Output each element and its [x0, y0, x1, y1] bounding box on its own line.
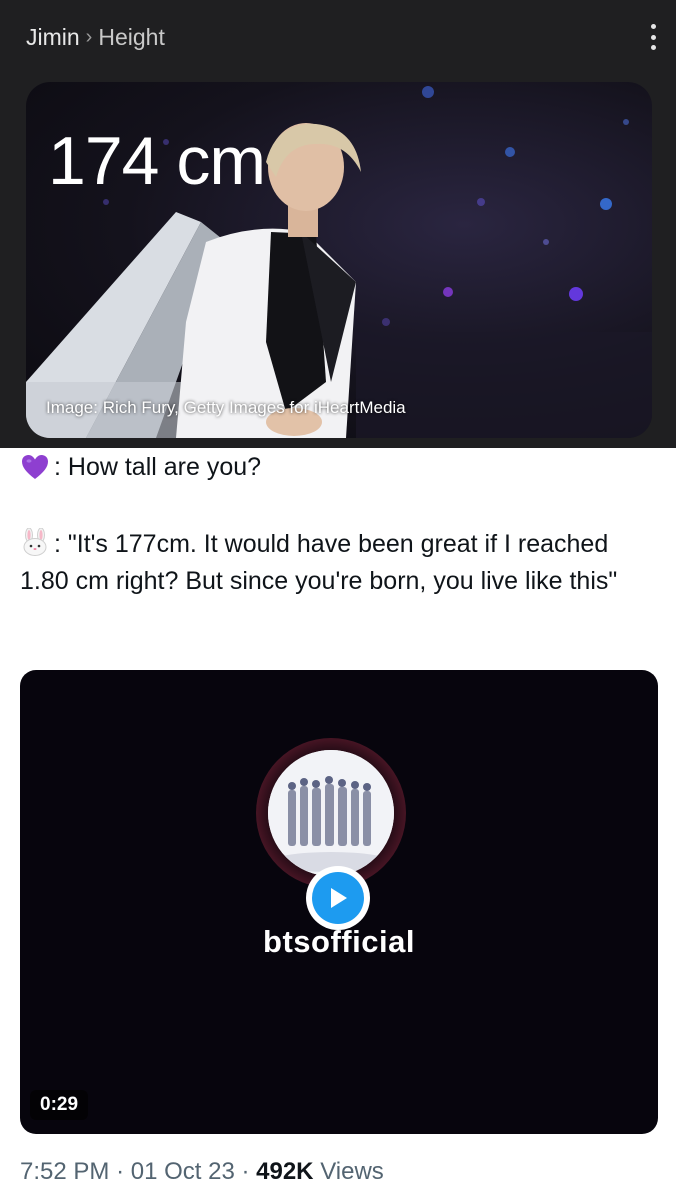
tweet-answer: : "It's 177cm. It would have been great … [20, 526, 660, 600]
height-value: 174 cm [48, 123, 266, 199]
video-player[interactable]: btsofficial 0:29 [20, 670, 658, 1134]
tweet-time[interactable]: 7:52 PM [20, 1158, 109, 1185]
breadcrumb-separator: › [85, 26, 93, 48]
breadcrumb: Jimin › Height [26, 24, 165, 51]
more-vert-icon[interactable] [646, 24, 660, 50]
answer-text: : "It's 177cm. It would have been great … [20, 530, 618, 595]
breadcrumb-parent[interactable]: Jimin [26, 24, 80, 51]
channel-name: btsofficial [263, 924, 415, 959]
play-icon [331, 888, 347, 908]
purple-heart-icon [22, 455, 48, 479]
views-label[interactable]: Views [320, 1158, 384, 1185]
search-result-card: Jimin › Height 174 cm Image: Rich Fury, … [0, 0, 676, 448]
meta-separator: · [241, 1158, 250, 1185]
breadcrumb-current: Height [98, 24, 165, 50]
question-text: : How tall are you? [54, 452, 262, 481]
result-image[interactable]: 174 cm Image: Rich Fury, Getty Images fo… [26, 82, 652, 438]
channel-avatar [268, 750, 394, 876]
image-credit: Image: Rich Fury, Getty Images for iHear… [46, 398, 406, 417]
tweet-post: : How tall are you? : "It's 177cm. It wo… [0, 448, 676, 1200]
play-button[interactable] [306, 866, 370, 930]
tweet-date[interactable]: 01 Oct 23 [131, 1158, 235, 1185]
views-count: 492K [256, 1158, 314, 1185]
tweet-metadata: 7:52 PM · 01 Oct 23 · 492K Views [20, 1158, 384, 1186]
video-duration: 0:29 [30, 1090, 89, 1120]
rabbit-face-icon [23, 528, 47, 556]
meta-separator: · [116, 1158, 125, 1185]
tweet-question: : How tall are you? [20, 452, 261, 482]
